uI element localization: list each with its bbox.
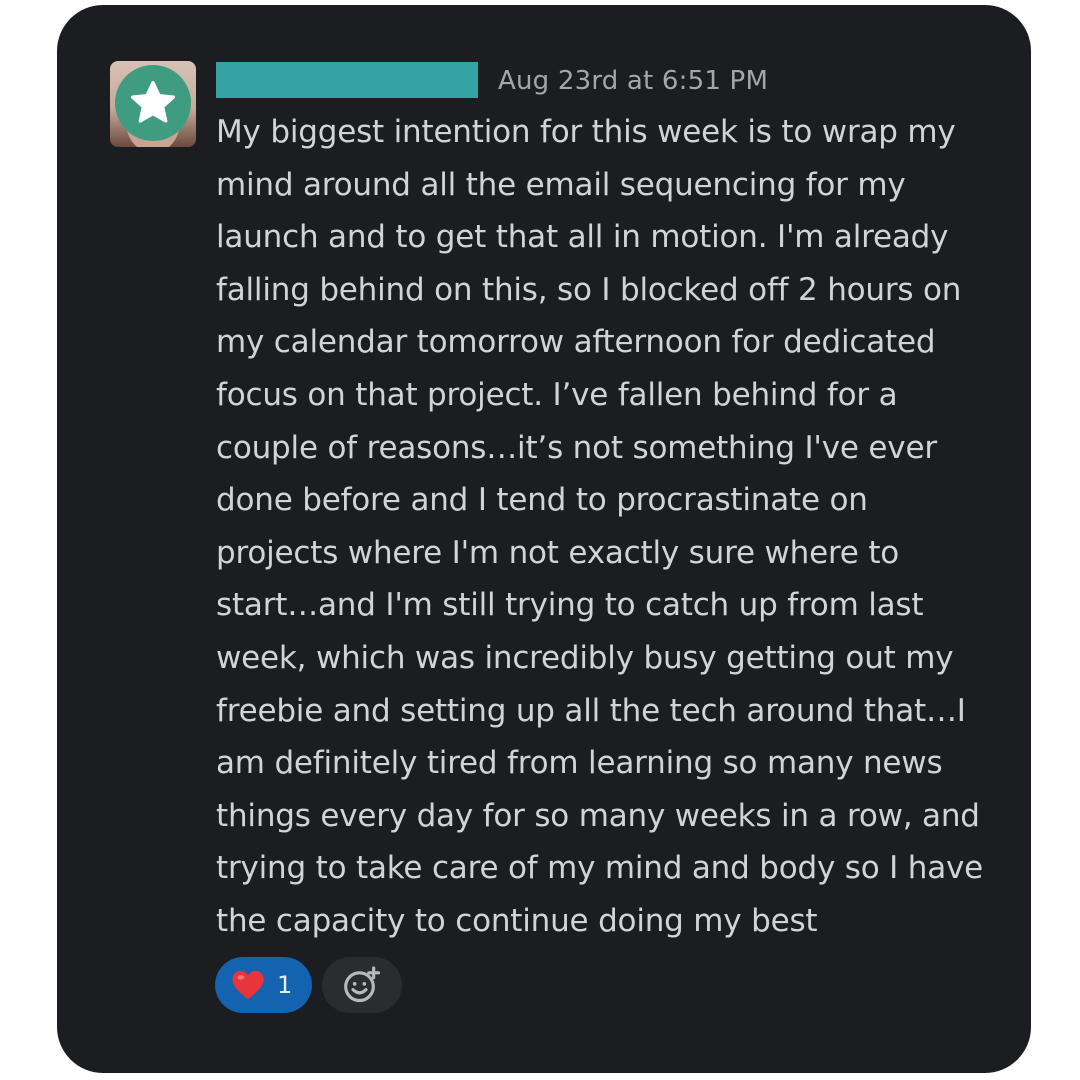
message-line: the capacity to continue doing my best [216, 902, 818, 939]
message-line: launch and to get that all in motion. I'… [216, 219, 949, 256]
add-emoji-icon [344, 966, 381, 1003]
message-line: falling behind on this, so I blocked off… [216, 271, 962, 308]
message-line: things every day for so many weeks in a … [216, 797, 980, 834]
message-line: couple of reasons…it’s not something I'v… [216, 429, 937, 466]
star-badge [115, 65, 191, 141]
reaction-bar: 1 [215, 957, 402, 1013]
message-line: focus on that project. I’ve fallen behin… [216, 376, 898, 413]
reaction-count: 1 [277, 971, 293, 999]
message-line: trying to take care of my mind and body … [216, 850, 984, 887]
message-line: My biggest intention for this week is to… [216, 114, 956, 150]
message-line: week, which was incredibly busy getting … [216, 639, 954, 676]
message-body: My biggest intention for this week is to… [216, 106, 1006, 948]
message-line: start…and I'm still trying to catch up f… [216, 587, 924, 624]
message-timestamp[interactable]: Aug 23rd at 6:51 PM [498, 64, 768, 98]
message-line: freebie and setting up all the tech arou… [216, 692, 966, 729]
message-line: done before and I tend to procrastinate … [216, 482, 868, 519]
heart-emoji-icon [232, 970, 264, 1000]
star-icon [130, 80, 176, 123]
message-line: my calendar tomorrow afternoon for dedic… [216, 324, 936, 361]
author-name-redacted[interactable] [216, 62, 478, 98]
message-line: mind around all the email sequencing for… [216, 166, 906, 203]
message-line: am definitely tired from learning so man… [216, 745, 943, 782]
heart-reaction-button[interactable]: 1 [215, 957, 312, 1013]
add-reaction-button[interactable] [322, 957, 402, 1013]
message-line: projects where I'm not exactly sure wher… [216, 534, 900, 571]
avatar[interactable] [110, 61, 196, 147]
